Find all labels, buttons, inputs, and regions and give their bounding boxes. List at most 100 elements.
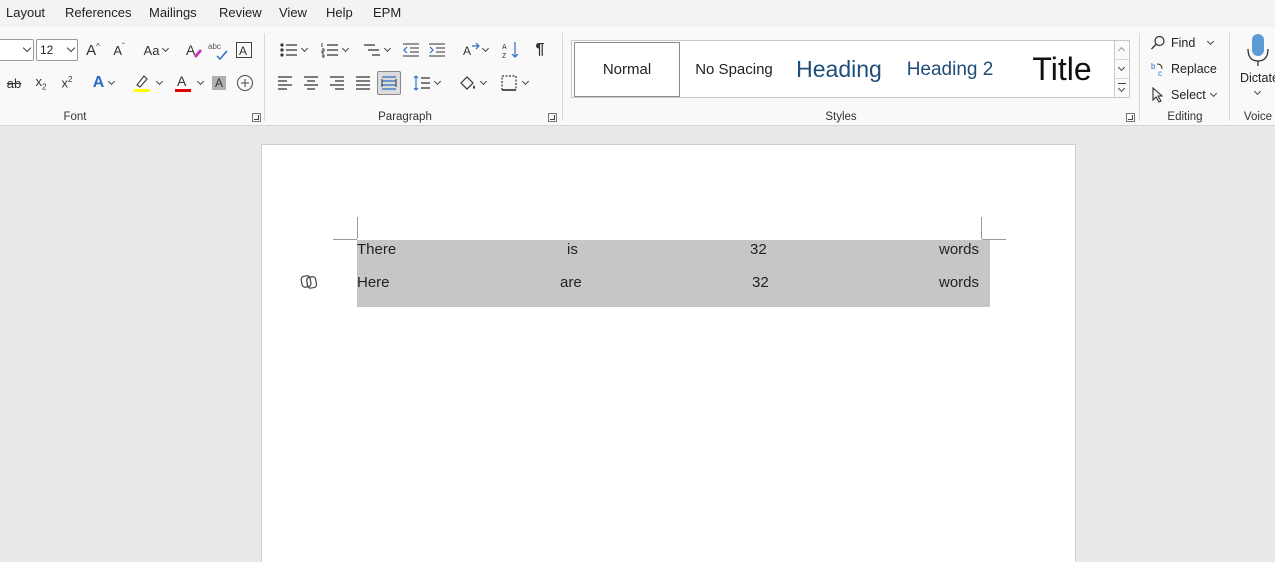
superscript-button[interactable]: x2: [56, 72, 78, 94]
bullets-icon: [279, 43, 297, 57]
increase-indent-button[interactable]: [426, 39, 448, 61]
show-formatting-button[interactable]: ¶: [529, 39, 551, 61]
svg-text:Z: Z: [502, 53, 507, 59]
gallery-scroll-down[interactable]: [1115, 60, 1129, 79]
borders-button[interactable]: [493, 72, 529, 94]
find-label: Find: [1171, 36, 1196, 50]
sort-button[interactable]: A Z: [500, 39, 522, 61]
increase-indent-icon: [429, 43, 445, 57]
asian-layout-button[interactable]: A: [456, 39, 490, 61]
copilot-icon[interactable]: [300, 274, 318, 290]
shrink-font-button[interactable]: Aˇ: [108, 39, 130, 61]
paragraph-dialog-launcher-icon[interactable]: [548, 113, 557, 122]
tab-references[interactable]: References: [65, 5, 131, 20]
ribbon: 12 A ^ Aˇ Aa A abc A ab x2 x2 A A A Font…: [0, 27, 1275, 126]
align-center-button[interactable]: [300, 72, 322, 94]
multilevel-list-button[interactable]: [357, 39, 391, 61]
paint-bucket-icon: [459, 76, 475, 90]
font-size-box[interactable]: 12: [36, 39, 78, 61]
style-normal[interactable]: Normal: [574, 42, 680, 97]
gallery-scroll-up[interactable]: [1115, 41, 1129, 60]
tab-help[interactable]: Help: [326, 5, 353, 20]
style-no-spacing-label: No Spacing: [695, 61, 773, 78]
chevron-down-icon: [1253, 87, 1262, 96]
style-heading[interactable]: Heading: [786, 42, 892, 97]
styles-group-label: Styles: [825, 111, 857, 123]
shading-button[interactable]: [452, 72, 488, 94]
crop-mark: [981, 217, 982, 239]
grow-font-button[interactable]: A ^: [82, 39, 104, 61]
spelling-icon: abc: [208, 42, 228, 60]
justify-button[interactable]: [352, 72, 374, 94]
chevron-down-icon: [1117, 84, 1126, 93]
chevron-down-icon: [341, 44, 349, 52]
chevron-down-icon: [383, 44, 391, 52]
font-color-icon: A: [174, 73, 191, 92]
gallery-expand[interactable]: [1115, 79, 1129, 98]
highlight-button[interactable]: [126, 72, 163, 94]
tab-review[interactable]: Review: [219, 5, 262, 20]
grow-font-icon: A: [86, 41, 97, 59]
selected-text-block[interactable]: There is 32 words Here are 32 words: [357, 240, 990, 307]
tab-view[interactable]: View: [279, 5, 307, 20]
search-icon: [1151, 35, 1165, 50]
select-button[interactable]: Select: [1150, 87, 1217, 103]
asian-layout-icon: A: [463, 42, 480, 58]
style-no-spacing[interactable]: No Spacing: [686, 42, 782, 97]
tab-epm[interactable]: EPM: [373, 5, 401, 20]
group-separator: [562, 33, 563, 121]
character-border-button[interactable]: A: [233, 39, 255, 61]
chevron-down-icon: [162, 44, 170, 52]
justify-icon: [356, 76, 370, 90]
distributed-button[interactable]: [377, 71, 401, 95]
find-button[interactable]: Find: [1150, 35, 1215, 51]
font-name-box[interactable]: [0, 39, 34, 61]
strikethrough-icon: ab: [6, 75, 22, 91]
align-left-button[interactable]: [274, 72, 296, 94]
chevron-down-icon: [22, 43, 32, 53]
tab-layout[interactable]: Layout: [6, 5, 45, 20]
line-spacing-button[interactable]: [408, 72, 441, 94]
bullets-button[interactable]: [274, 39, 308, 61]
styles-dialog-launcher-icon[interactable]: [1126, 113, 1135, 122]
dictate-label: Dictate: [1240, 71, 1275, 85]
replace-label: Replace: [1171, 62, 1217, 76]
align-right-icon: [330, 76, 344, 90]
spelling-button[interactable]: abc: [207, 39, 229, 61]
numbering-button[interactable]: [315, 39, 349, 61]
row1-word4: words: [939, 241, 980, 258]
clear-formatting-button[interactable]: A: [182, 39, 204, 61]
row1-word2: is: [567, 241, 578, 258]
svg-text:c: c: [1158, 69, 1162, 77]
strikethrough-button[interactable]: ab: [3, 72, 25, 94]
replace-icon: b c: [1151, 62, 1163, 77]
chevron-down-icon: [300, 44, 308, 52]
subscript-button[interactable]: x2: [30, 72, 52, 94]
align-right-button[interactable]: [326, 72, 348, 94]
caret-up-icon: ^: [96, 41, 100, 51]
style-heading-2[interactable]: Heading 2: [898, 42, 1002, 97]
chevron-down-icon: [1117, 63, 1126, 72]
dictate-button[interactable]: Dictate: [1238, 31, 1275, 105]
character-border-icon: A: [236, 42, 252, 58]
font-color-button[interactable]: A: [167, 72, 204, 94]
tab-mailings[interactable]: Mailings: [149, 5, 197, 20]
style-title[interactable]: Title: [1012, 42, 1112, 97]
font-size-value: 12: [40, 43, 54, 57]
text-effects-button[interactable]: A: [85, 72, 117, 94]
font-dialog-launcher-icon[interactable]: [252, 113, 261, 122]
document-page[interactable]: There is 32 words Here are 32 words: [261, 144, 1076, 562]
chevron-down-icon: [481, 44, 489, 52]
character-shading-button[interactable]: A: [208, 72, 230, 94]
group-separator: [1139, 33, 1140, 121]
enclose-characters-button[interactable]: [234, 72, 256, 94]
text-effects-icon: A: [92, 74, 105, 91]
decrease-indent-button[interactable]: [400, 39, 422, 61]
change-case-button[interactable]: Aa: [139, 39, 170, 61]
editing-group-label: Editing: [1167, 111, 1203, 123]
more-icon: [1118, 83, 1126, 84]
style-heading-2-label: Heading 2: [906, 58, 994, 80]
replace-button[interactable]: b c Replace: [1150, 61, 1217, 77]
multilevel-list-icon: [363, 44, 380, 56]
line-spacing-icon: [413, 75, 430, 91]
